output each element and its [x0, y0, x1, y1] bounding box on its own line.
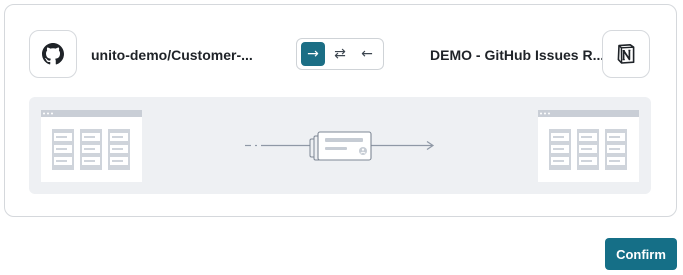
source-project-name[interactable]: unito-demo/Customer-... — [91, 47, 253, 63]
confirm-button[interactable]: Confirm — [605, 238, 677, 270]
sync-flow-diagram — [41, 110, 639, 182]
target-board-illustration — [538, 110, 639, 182]
direction-one-way-right-button[interactable]: → — [301, 42, 325, 66]
notion-icon — [617, 44, 635, 64]
source-board-illustration — [41, 110, 142, 182]
source-app-icon[interactable] — [29, 30, 77, 78]
sync-direction-selector: → ⇄ ← — [296, 38, 384, 70]
synced-item-cards — [309, 131, 372, 161]
target-app-icon[interactable] — [602, 30, 650, 78]
github-icon — [42, 43, 64, 65]
target-project-name[interactable]: DEMO - GitHub Issues R... — [430, 47, 604, 63]
sync-flow-illustration — [29, 97, 651, 194]
direction-two-way-button[interactable]: ⇄ — [328, 42, 352, 66]
direction-one-way-left-button[interactable]: ← — [355, 42, 379, 66]
flow-direction-card: unito-demo/Customer-... → ⇄ ← DEMO - Git… — [4, 4, 677, 217]
